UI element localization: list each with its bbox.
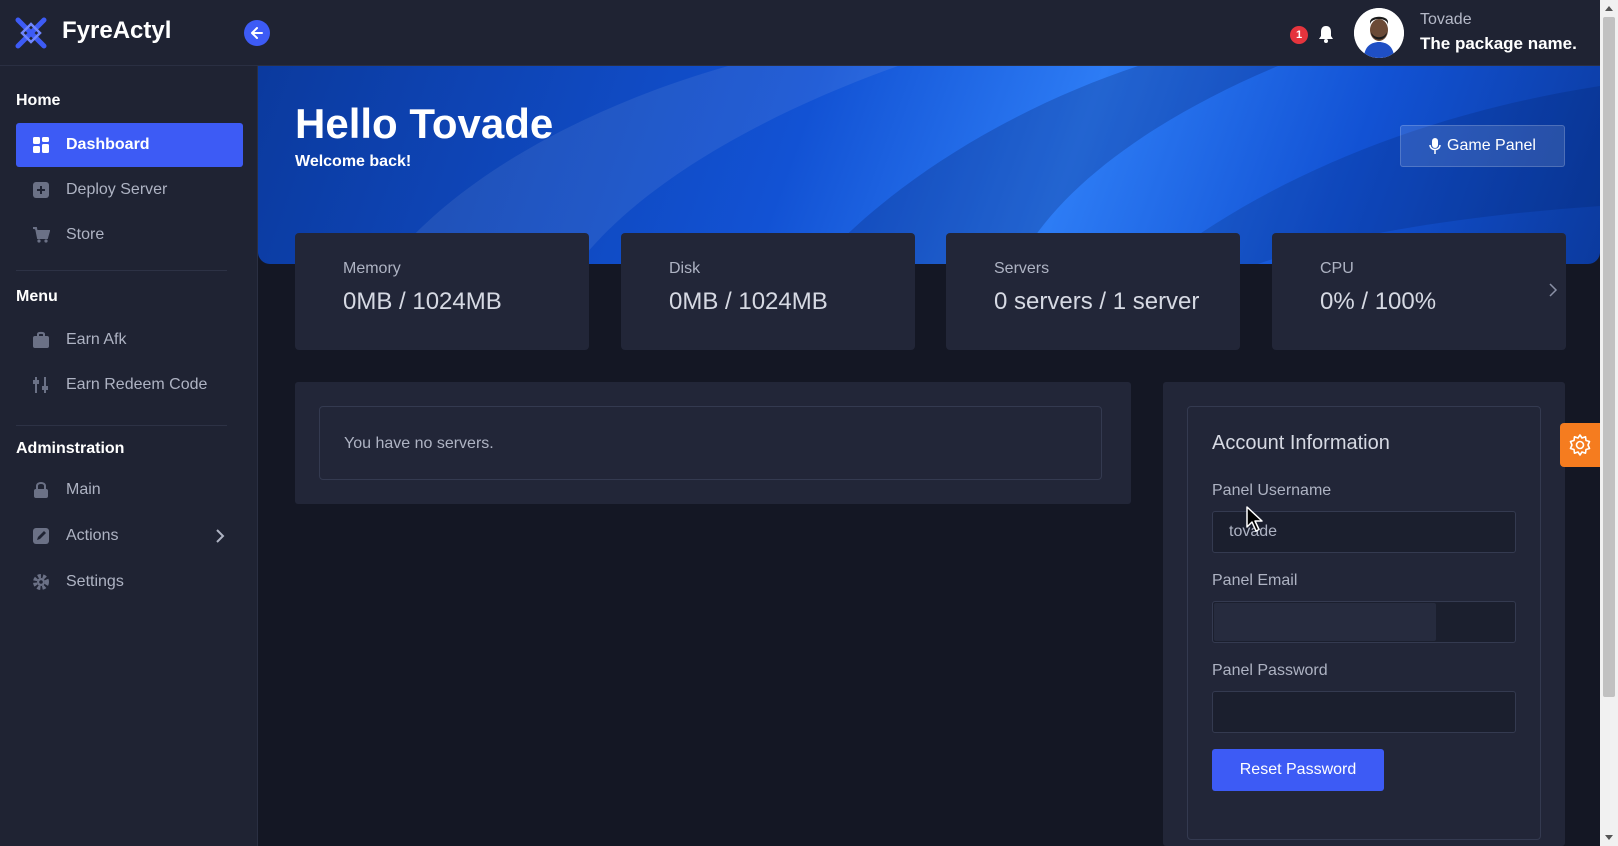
servers-empty-box: You have no servers. [319,406,1102,480]
panel-username-label: Panel Username [1212,482,1332,499]
page-scrollbar[interactable] [1600,0,1618,846]
stat-value: 0MB / 1024MB [343,288,502,315]
user-avatar-icon [1354,8,1404,58]
edit-icon [32,527,50,545]
stat-label: CPU [1320,260,1354,277]
arrow-left-icon [251,27,263,39]
sidebar-item-label: Deploy Server [66,181,168,198]
sidebar-item-dashboard[interactable]: Dashboard [16,123,243,167]
sidebar-divider [16,270,227,271]
notification-count-badge: 1 [1290,26,1308,44]
stat-card-cpu: CPU 0% / 100% [1272,233,1566,350]
sidebar-section-menu: Menu [16,288,58,305]
gear-icon [1569,434,1591,456]
sidebar-item-actions[interactable]: Actions [16,514,243,558]
sidebar: Home Dashboard Deploy Server Store Menu … [0,66,258,846]
plus-square-icon [32,181,50,199]
hero-title: Hello Tovade [295,100,554,147]
fyreactyl-logo-icon[interactable] [14,16,48,50]
sidebar-item-label: Earn Redeem Code [66,376,208,393]
panel-password-field[interactable] [1212,691,1516,733]
cart-icon [32,226,50,244]
sidebar-item-label: Main [66,481,101,498]
bell-icon[interactable] [1316,24,1336,44]
sidebar-item-label: Store [66,226,105,243]
panel-email-label: Panel Email [1212,572,1298,589]
stat-card-servers: Servers 0 servers / 1 server [946,233,1240,350]
user-package: The package name. [1420,34,1577,53]
stat-card-disk: Disk 0MB / 1024MB [621,233,915,350]
brand-name[interactable]: FyreActyl [62,17,171,45]
user-name: Tovade [1420,11,1472,28]
user-avatar[interactable] [1354,8,1404,58]
gear-icon [32,573,50,591]
stat-label: Disk [669,260,701,277]
sidebar-item-settings[interactable]: Settings [16,560,243,604]
carousel-next-icon[interactable] [1547,282,1559,298]
sidebar-item-label: Dashboard [66,136,150,153]
sidebar-item-label: Earn Afk [66,331,127,348]
sidebar-item-store[interactable]: Store [16,213,243,257]
servers-panel: You have no servers. [295,382,1131,504]
no-servers-message: You have no servers. [344,435,494,452]
sidebar-item-main[interactable]: Main [16,468,243,512]
sidebar-item-label: Actions [66,527,119,544]
top-bar: FyreActyl 1 Tovade The package name. [0,0,1600,66]
scroll-thumb[interactable] [1603,17,1615,697]
mouse-cursor-icon [1246,506,1263,532]
sidebar-section-administration: Adminstration [16,440,125,457]
sidebar-item-earn-redeem-code[interactable]: Earn Redeem Code [16,363,243,407]
stat-label: Servers [994,260,1050,277]
game-panel-label: Game Panel [1447,137,1536,154]
microphone-icon [1429,138,1441,154]
reset-password-button[interactable]: Reset Password [1212,749,1384,791]
bag-icon [32,331,50,349]
sidebar-divider [16,425,227,426]
sidebar-section-home: Home [16,92,61,109]
lock-icon [32,481,50,499]
stat-card-memory: Memory 0MB / 1024MB [295,233,589,350]
sidebar-item-earn-afk[interactable]: Earn Afk [16,318,243,362]
game-panel-button[interactable]: Game Panel [1400,125,1565,167]
scroll-up-arrow-icon[interactable] [1605,6,1613,11]
theme-settings-button[interactable] [1560,423,1600,467]
email-redaction [1214,603,1436,641]
stat-label: Memory [343,260,401,277]
hero-subtitle: Welcome back! [295,153,412,170]
scroll-down-arrow-icon[interactable] [1605,835,1613,840]
stat-value: 0 servers / 1 server [994,288,1200,315]
chevron-right-icon [216,529,225,543]
sliders-icon [32,376,50,394]
sidebar-item-deploy-server[interactable]: Deploy Server [16,168,243,212]
sidebar-toggle-button[interactable] [244,20,270,46]
stat-value: 0% / 100% [1320,288,1437,315]
panel-password-label: Panel Password [1212,662,1328,679]
stat-value: 0MB / 1024MB [669,288,828,315]
dashboard-icon [32,136,50,154]
sidebar-item-label: Settings [66,573,124,590]
account-information-title: Account Information [1212,432,1390,454]
